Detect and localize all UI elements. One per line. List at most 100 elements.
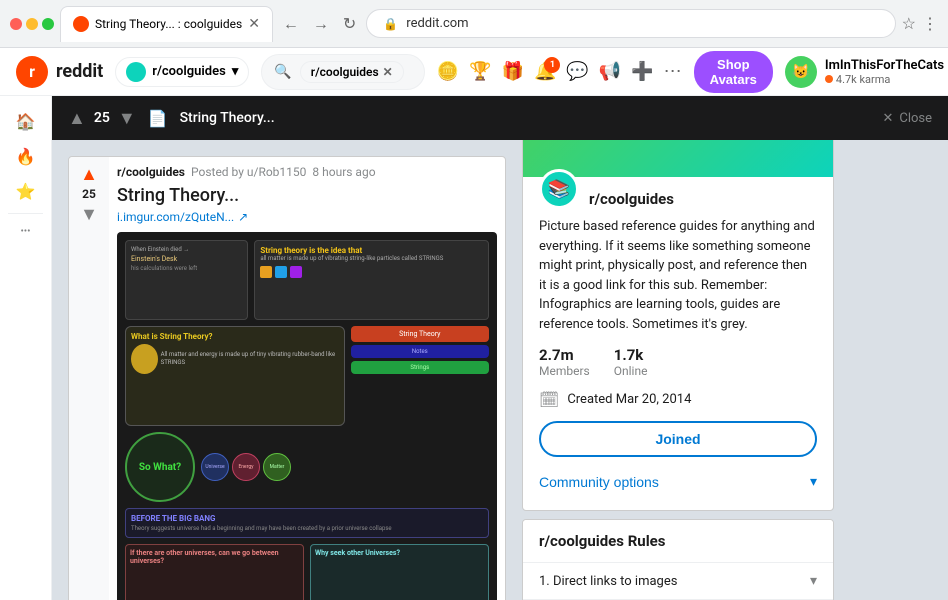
vote-count: 25	[82, 187, 96, 201]
rule-1-text: 1. Direct links to images	[539, 574, 677, 589]
einstein-desk-label: Einstein's Desk	[131, 255, 242, 263]
post-subreddit[interactable]: r/coolguides	[117, 165, 185, 179]
search-bar[interactable]: 🔍 r/coolguides ✕	[261, 54, 424, 90]
sidebar-nav-all[interactable]: ⭐	[0, 174, 51, 209]
forward-btn[interactable]: →	[309, 10, 333, 38]
karma-display: 4.7k karma	[825, 73, 944, 86]
subreddit-pill[interactable]: r/coolguides ▾	[115, 57, 249, 87]
browser-window-controls	[10, 18, 54, 30]
so-what-label: So What?	[139, 462, 181, 473]
content-area: ▲ 25 ▼ r/coolguides Posted by u/Rob1150 …	[52, 96, 948, 600]
rule-1-chevron: ▾	[810, 573, 817, 589]
community-name-row: 📚 r/coolguides	[539, 189, 817, 209]
reddit-logo[interactable]: r reddit	[16, 56, 103, 88]
overlay-downvote-btn[interactable]: ▼	[118, 108, 136, 129]
post-image: When Einstein died → Einstein's Desk his…	[117, 232, 497, 600]
post-card: ▲ 25 ▼ r/coolguides Posted by u/Rob1150 …	[68, 156, 506, 600]
community-options-chevron: ▾	[810, 473, 817, 490]
rules-header: r/coolguides Rules	[523, 520, 833, 563]
search-tag-remove[interactable]: ✕	[383, 65, 393, 79]
post-author: Posted by u/Rob1150	[191, 165, 306, 179]
tab-favicon	[73, 16, 89, 32]
post-content-area: r/coolguides Posted by u/Rob1150 8 hours…	[109, 157, 505, 600]
overlay-vote-section: ▲ 25 ▼	[68, 108, 136, 129]
downvote-btn[interactable]: ▼	[80, 205, 98, 223]
community-card: 📚 r/coolguides Picture based reference g…	[522, 112, 834, 511]
extensions-icon[interactable]: ⋮	[922, 14, 938, 33]
more-icon[interactable]: ⋯	[664, 61, 682, 82]
address-bar[interactable]: 🔒 reddit.com	[366, 9, 895, 38]
calendar-icon: 🗓	[539, 390, 559, 409]
left-sidebar: 🏠 🔥 ⭐ •••	[0, 96, 52, 600]
back-btn[interactable]: ←	[279, 10, 303, 38]
tab-close-btn[interactable]: ✕	[248, 16, 260, 32]
search-subreddit-tag: r/coolguides ✕	[300, 61, 404, 83]
plus-icon[interactable]: ➕	[631, 61, 653, 82]
right-sidebar-wrapper: 📚 r/coolguides Picture based reference g…	[522, 112, 834, 600]
search-tag-label: r/coolguides	[311, 65, 379, 79]
external-link-icon: ↗	[238, 210, 248, 224]
sidebar-nav-popular[interactable]: 🔥	[0, 139, 51, 174]
overlay-upvote-btn[interactable]: ▲	[68, 108, 86, 129]
coin-icon[interactable]: 🪙	[437, 61, 459, 82]
seek-label: Why seek other Universes?	[315, 549, 484, 557]
subreddit-icon	[126, 62, 146, 82]
browser-actions: ☆ ⋮	[902, 14, 938, 33]
community-options-label: Community options	[539, 474, 659, 490]
gift-icon[interactable]: 🎁	[502, 61, 524, 82]
overlay-vote-count: 25	[94, 110, 110, 126]
sidebar-nav-home[interactable]: 🏠	[0, 104, 51, 139]
online-count: 1.7k	[614, 346, 648, 364]
search-icon: 🔍	[274, 64, 291, 80]
post-meta: r/coolguides Posted by u/Rob1150 8 hours…	[117, 165, 497, 179]
overlay-post-icon: 📄	[148, 109, 168, 128]
vote-column: ▲ 25 ▼	[69, 157, 109, 600]
post-time: 8 hours ago	[312, 165, 375, 179]
notification-icon[interactable]: 🔔 1	[534, 61, 556, 82]
rule-item-1[interactable]: 1. Direct links to images ▾	[523, 563, 833, 600]
overlay-post-title: String Theory...	[180, 110, 871, 126]
home-icon: 🏠	[16, 112, 36, 131]
shop-avatars-btn[interactable]: Shop Avatars	[694, 51, 773, 93]
bookmark-icon[interactable]: ☆	[902, 14, 916, 33]
main-container: 🏠 🔥 ⭐ ••• ▲ 25 ▼ 📄 String Theory... ✕ Cl…	[0, 96, 948, 600]
karma-icon	[825, 75, 833, 83]
browser-tab[interactable]: String Theory... : coolguides ✕	[60, 6, 273, 42]
overlay-close-btn[interactable]: ✕ Close	[882, 111, 932, 126]
notification-badge: 1	[544, 57, 560, 73]
tab-title: String Theory... : coolguides	[95, 17, 242, 31]
community-info: 📚 r/coolguides Picture based reference g…	[523, 177, 833, 510]
reddit-icon: r	[16, 56, 48, 88]
created-row: 🗓 Created Mar 20, 2014	[539, 390, 817, 409]
sidebar-nav-item-1[interactable]: •••	[0, 218, 51, 245]
close-label: Close	[899, 111, 932, 126]
upvote-btn[interactable]: ▲	[80, 165, 98, 183]
post-title: String Theory...	[117, 185, 497, 206]
big-bang-label: BEFORE THE BIG BANG	[131, 514, 483, 523]
members-stat: 2.7m Members	[539, 346, 590, 378]
user-area[interactable]: 😺 ImInThisForTheCats 4.7k karma ▾	[785, 56, 948, 88]
string-theory-bubble: String Theory	[351, 326, 489, 342]
what-is-label: What is String Theory?	[131, 332, 339, 341]
chat-icon[interactable]: 💬	[566, 61, 588, 82]
online-stat: 1.7k Online	[614, 346, 648, 378]
karma-value: 4.7k karma	[836, 73, 890, 86]
join-btn[interactable]: Joined	[539, 421, 817, 457]
post-link[interactable]: i.imgur.com/zQuteN... ↗	[117, 210, 497, 224]
chevron-down-icon: ▾	[232, 64, 239, 79]
members-label: Members	[539, 364, 590, 378]
all-icon: ⭐	[16, 182, 36, 201]
header-icons: 🪙 🏆 🎁 🔔 1 💬 📢 ➕ ⋯	[437, 61, 682, 82]
community-options-btn[interactable]: Community options ▾	[539, 465, 817, 498]
user-avatar: 😺	[785, 56, 817, 88]
other-universes-label: If there are other universes, can we go …	[130, 549, 299, 565]
rules-card: r/coolguides Rules 1. Direct links to im…	[522, 519, 834, 600]
community-description: Picture based reference guides for anyth…	[539, 217, 817, 334]
bell-icon[interactable]: 📢	[599, 61, 621, 82]
trophy-icon[interactable]: 🏆	[469, 61, 491, 82]
community-name: r/coolguides	[589, 190, 674, 208]
address-text: reddit.com	[406, 16, 468, 31]
browser-chrome: String Theory... : coolguides ✕ ← → ↻ 🔒 …	[0, 0, 948, 48]
refresh-btn[interactable]: ↻	[339, 10, 360, 37]
post-link-text: i.imgur.com/zQuteN...	[117, 210, 234, 224]
